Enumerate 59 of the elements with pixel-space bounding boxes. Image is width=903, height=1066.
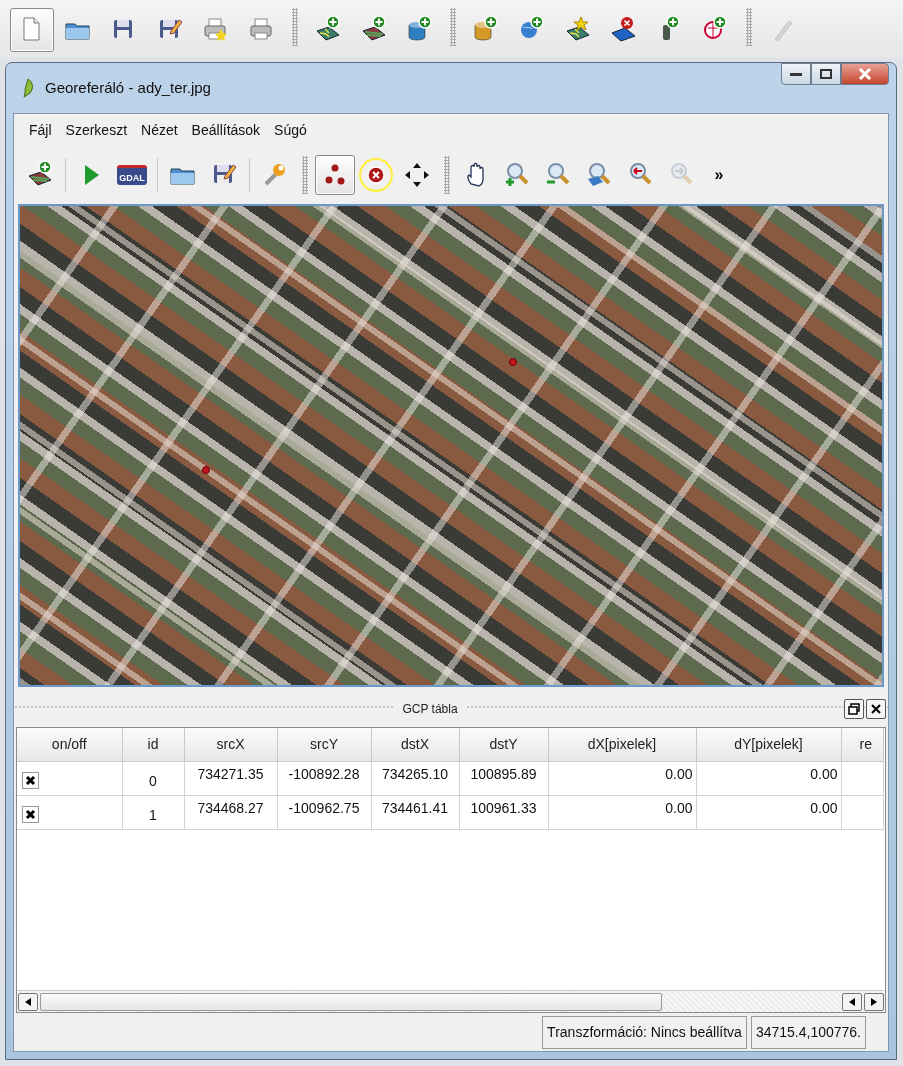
left-arrow-icon bbox=[25, 997, 31, 1006]
menu-item[interactable]: Súgó bbox=[269, 117, 312, 143]
checkbox[interactable] bbox=[22, 805, 39, 823]
table-cell: 0.00 bbox=[665, 799, 693, 816]
table-cell: 0 bbox=[149, 772, 157, 789]
scroll-left-button[interactable] bbox=[842, 992, 862, 1011]
column-header[interactable]: dX[pixelek] bbox=[548, 728, 696, 761]
menu-item[interactable]: Beállítások bbox=[186, 117, 266, 143]
column-header[interactable]: id bbox=[122, 728, 184, 761]
menu-item[interactable]: Nézet bbox=[136, 117, 183, 143]
left-arrow-icon bbox=[849, 997, 855, 1006]
table-cell: -100962.75 bbox=[288, 799, 360, 816]
gdal-script-button[interactable]: GDAL bbox=[112, 155, 152, 195]
status-text: 34715.4,100776. bbox=[750, 1015, 866, 1049]
column-header[interactable]: dY[pixelek] bbox=[696, 728, 841, 761]
maximize-icon bbox=[820, 69, 832, 79]
minimize-button[interactable] bbox=[781, 63, 811, 85]
scroll-right-button[interactable] bbox=[864, 992, 884, 1011]
column-header[interactable]: dstX bbox=[371, 728, 459, 761]
column-header[interactable]: re bbox=[841, 728, 883, 761]
column-header[interactable]: dstY bbox=[459, 728, 548, 761]
add-point-button[interactable] bbox=[315, 155, 355, 195]
maximize-button[interactable] bbox=[811, 63, 841, 85]
delete-point-icon bbox=[361, 160, 391, 190]
float-button[interactable] bbox=[844, 699, 864, 719]
column-header[interactable]: srcY bbox=[277, 728, 371, 761]
window-title: Georeferáló - ady_ter.jpg bbox=[45, 77, 211, 98]
table-cell: 734468.27 bbox=[197, 799, 264, 816]
status-text: Transzformáció: Nincs beállítva bbox=[542, 1015, 747, 1049]
column-header[interactable]: srcX bbox=[184, 728, 277, 761]
scrollbar-thumb[interactable] bbox=[40, 992, 662, 1011]
aerial-photo-placeholder[interactable] bbox=[18, 204, 884, 687]
table-cell: 0.00 bbox=[810, 799, 838, 816]
table-cell: 734461.41 bbox=[381, 799, 449, 816]
table-cell: 100895.89 bbox=[470, 765, 537, 782]
table-cell: 1 bbox=[149, 806, 157, 823]
cross-mark-icon bbox=[25, 774, 36, 786]
table-cell: 0.00 bbox=[665, 765, 693, 782]
close-icon bbox=[870, 703, 882, 715]
float-window-icon bbox=[848, 703, 860, 715]
checkbox[interactable] bbox=[22, 771, 39, 789]
column-header[interactable]: on/off bbox=[17, 728, 122, 761]
new-document-button[interactable] bbox=[10, 8, 54, 52]
table-cell: -100892.28 bbox=[288, 765, 360, 782]
table-cell: 100961.33 bbox=[470, 799, 537, 816]
menu-item[interactable]: Szerkeszt bbox=[60, 117, 133, 143]
right-arrow-icon bbox=[871, 997, 877, 1006]
table-cell: 0.00 bbox=[810, 765, 838, 782]
menu-item[interactable]: Fájl bbox=[24, 117, 57, 143]
table-cell: 734265.10 bbox=[381, 765, 449, 782]
minimize-icon bbox=[790, 72, 802, 76]
scroll-left-button[interactable] bbox=[18, 992, 38, 1011]
cross-mark-icon bbox=[25, 808, 36, 820]
overflow-button[interactable]: » bbox=[707, 155, 731, 195]
close-icon bbox=[858, 68, 872, 80]
close-button[interactable] bbox=[866, 699, 886, 719]
gdal-logo: GDAL bbox=[117, 165, 147, 185]
gcp-point-icon[interactable] bbox=[202, 466, 210, 474]
table-cell: 734271.35 bbox=[197, 765, 264, 782]
